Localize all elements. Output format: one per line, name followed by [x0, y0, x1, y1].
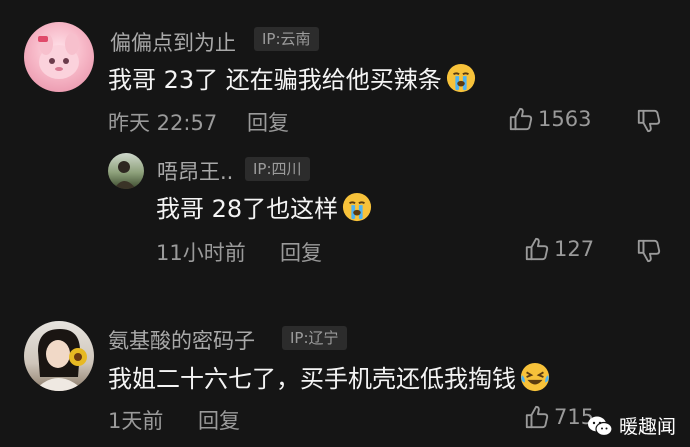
watermark-text: 暖趣闻: [618, 416, 676, 438]
avatar-image: [34, 329, 87, 391]
like-button[interactable]: 127: [524, 236, 594, 262]
comment-text: 我哥 28了也这样: [156, 189, 372, 224]
dislike-button[interactable]: [636, 108, 662, 134]
timestamp: 11小时前: [156, 241, 246, 265]
wechat-icon: [587, 416, 613, 436]
ip-location-badge: IP:辽宁: [282, 326, 347, 350]
reply-button[interactable]: 回复: [247, 107, 289, 137]
username[interactable]: 偏偏点到为止: [110, 27, 236, 57]
ip-location-badge: IP:云南: [254, 27, 319, 51]
crying-emoji-icon: [342, 192, 372, 222]
comment-text-content: 我哥 23了 还在骗我给他买辣条: [108, 66, 442, 94]
comment-text-content: 我哥 28了也这样: [156, 195, 339, 223]
thumbs-up-icon: [508, 106, 534, 132]
thumbs-up-icon: [524, 404, 550, 430]
like-count: 127: [554, 237, 595, 261]
username[interactable]: 唔昂王..: [157, 156, 233, 186]
avatar[interactable]: [108, 153, 144, 189]
thumbs-down-icon: [636, 108, 662, 134]
username[interactable]: 氨基酸的密码子: [108, 325, 255, 355]
dislike-button[interactable]: [636, 238, 662, 264]
timestamp: 1天前: [108, 409, 164, 433]
reply-button[interactable]: 回复: [198, 405, 240, 435]
comment-text: 我哥 23了 还在骗我给他买辣条: [108, 60, 476, 95]
avatar[interactable]: [24, 22, 94, 92]
avatar[interactable]: [24, 321, 94, 391]
comment-text: 我姐二十六七了，买手机壳还低我掏钱: [108, 359, 550, 394]
like-button[interactable]: 1563: [508, 106, 591, 132]
like-button[interactable]: 715: [524, 404, 594, 430]
watermark: 暖趣闻: [587, 412, 676, 439]
thumbs-down-icon: [636, 238, 662, 264]
thumbs-up-icon: [524, 236, 550, 262]
comment-text-content: 我姐二十六七了，买手机壳还低我掏钱: [108, 365, 516, 393]
like-count: 1563: [538, 107, 592, 131]
avatar-image: [38, 33, 79, 79]
crying-emoji-icon: [446, 63, 476, 93]
reply-button[interactable]: 回复: [280, 237, 322, 267]
avatar-image: [114, 161, 136, 189]
timestamp: 昨天 22:57: [108, 111, 218, 135]
laughing-tears-emoji-icon: [520, 362, 550, 392]
ip-location-badge: IP:四川: [245, 157, 310, 181]
